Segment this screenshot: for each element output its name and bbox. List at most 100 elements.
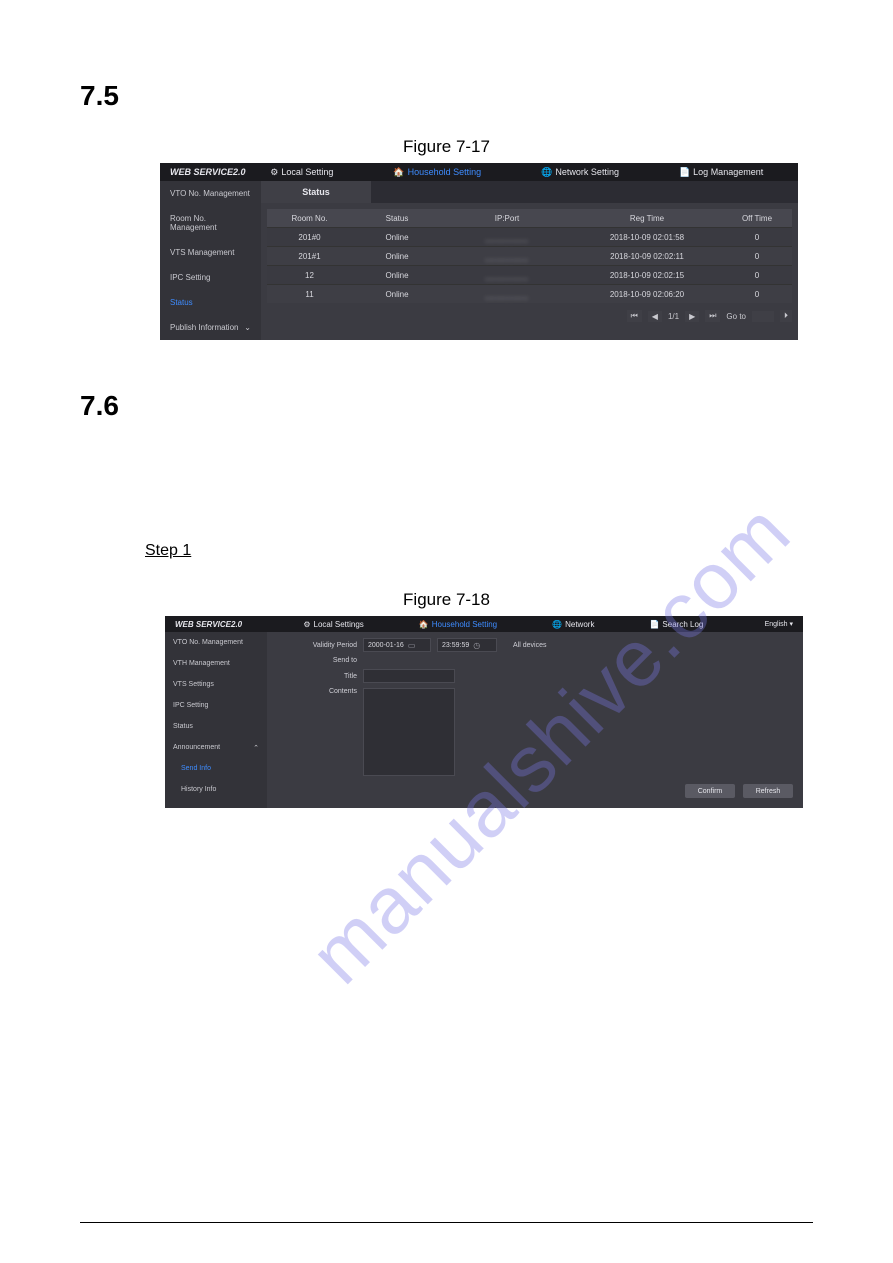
chevron-down-icon: ▾ xyxy=(789,621,793,628)
validity-date-input[interactable]: 2000-01-16 ▭ xyxy=(363,638,431,652)
sidebar-item-label: Send Info xyxy=(181,765,211,772)
cell-reg: 2018-10-09 02:02:11 xyxy=(572,252,722,261)
sidebar-item-ipc-setting[interactable]: IPC Setting xyxy=(160,265,261,290)
pager-next[interactable]: ▶ xyxy=(685,311,699,322)
tab-local-setting[interactable]: ⚙ Local Setting xyxy=(270,167,333,178)
tab-household-setting[interactable]: 🏠 Household Setting xyxy=(393,167,481,178)
cell-off: 0 xyxy=(722,290,792,299)
sidebar-item-label: Publish Information xyxy=(170,323,238,332)
footer-divider xyxy=(80,1222,813,1223)
log-icon: 📄 xyxy=(649,620,659,629)
sidebar-item-label: IPC Setting xyxy=(170,273,210,282)
cell-room: 201#1 xyxy=(267,252,352,261)
subtab-filler xyxy=(371,181,798,203)
subtab-status[interactable]: Status xyxy=(261,181,371,203)
send-to-value: All devices xyxy=(513,642,546,649)
topbar: WEB SERVICE2.0 ⚙ Local Setting 🏠 Househo… xyxy=(160,163,798,181)
sidebar-item-history-info[interactable]: History Info xyxy=(165,779,267,800)
topbar: WEB SERVICE2.0 ⚙ Local Settings 🏠 Househ… xyxy=(165,616,803,632)
tab-network-setting[interactable]: 🌐 Network Setting xyxy=(541,167,619,178)
cell-status: Online xyxy=(352,233,442,242)
calendar-icon: ▭ xyxy=(408,641,416,650)
cell-reg: 2018-10-09 02:01:58 xyxy=(572,233,722,242)
tab-log-management[interactable]: 📄 Log Management xyxy=(679,167,763,178)
main-panel: Validity Period 2000-01-16 ▭ 23:59:59 ◷ … xyxy=(267,632,803,808)
tab-network-setting-label: Network Setting xyxy=(555,167,619,177)
cell-off: 0 xyxy=(722,233,792,242)
cell-ip: ________ xyxy=(442,290,572,299)
sidebar-item-label: Status xyxy=(170,298,193,307)
pager-last[interactable]: ⏭ xyxy=(705,310,720,322)
sidebar-item-vts-mgmt[interactable]: VTS Management xyxy=(160,240,261,265)
brand: WEB SERVICE2.0 xyxy=(170,167,246,177)
sidebar: VTO No. Management VTH Management VTS Se… xyxy=(165,632,267,808)
clock-icon: ◷ xyxy=(473,641,480,650)
cell-status: Online xyxy=(352,252,442,261)
sidebar-item-ipc-setting[interactable]: IPC Setting xyxy=(165,695,267,716)
col-status: Status xyxy=(352,214,442,223)
col-ip-port: IP:Port xyxy=(442,214,572,223)
contents-label: Contents xyxy=(277,688,357,695)
sidebar-item-label: IPC Setting xyxy=(173,702,208,709)
sidebar-item-vth-mgmt[interactable]: VTH Management xyxy=(165,653,267,674)
brand: WEB SERVICE2.0 xyxy=(175,620,242,629)
refresh-button[interactable]: Refresh xyxy=(743,784,793,798)
tab-household-setting[interactable]: 🏠 Household Setting xyxy=(419,620,497,629)
tab-local-settings-label: Local Settings xyxy=(314,620,364,629)
pager-first[interactable]: ⏮ xyxy=(627,310,642,322)
pager-goto-input[interactable] xyxy=(752,311,774,322)
top-tabs: ⚙ Local Setting 🏠 Household Setting 🌐 Ne… xyxy=(246,167,788,178)
sidebar-item-status[interactable]: Status xyxy=(160,290,261,315)
table-row: 201#1 Online ________ 2018-10-09 02:02:1… xyxy=(267,246,792,265)
language-label: English xyxy=(765,621,788,628)
title-label: Title xyxy=(277,673,357,680)
status-table: Room No. Status IP:Port Reg Time Off Tim… xyxy=(267,209,792,303)
section-7-6-heading: 7.6 xyxy=(80,390,813,422)
contents-textarea[interactable] xyxy=(363,688,455,776)
cell-status: Online xyxy=(352,290,442,299)
chevron-up-icon: ⌃ xyxy=(253,744,259,752)
table-header: Room No. Status IP:Port Reg Time Off Tim… xyxy=(267,209,792,227)
col-off-time: Off Time xyxy=(722,214,792,223)
sidebar-item-room-no-mgmt[interactable]: Room No. Management xyxy=(160,206,261,240)
cell-room: 11 xyxy=(267,290,352,299)
sidebar-item-label: Announcement xyxy=(173,744,220,751)
step-1: Step 1 xyxy=(145,542,191,560)
sidebar-item-label: VTO No. Management xyxy=(170,189,250,198)
sidebar-item-vto-no-mgmt[interactable]: VTO No. Management xyxy=(160,181,261,206)
cell-off: 0 xyxy=(722,252,792,261)
tab-log-management-label: Log Management xyxy=(693,167,763,177)
title-input[interactable] xyxy=(363,669,455,683)
validity-time-value: 23:59:59 xyxy=(442,642,469,649)
cell-reg: 2018-10-09 02:06:20 xyxy=(572,290,722,299)
gear-icon: ⚙ xyxy=(303,620,310,629)
pager-goto-label: Go to xyxy=(726,312,746,321)
sidebar-item-vts-settings[interactable]: VTS Settings xyxy=(165,674,267,695)
tab-network[interactable]: 🌐 Network xyxy=(552,620,594,629)
globe-icon: 🌐 xyxy=(552,620,562,629)
sidebar-item-vto-no-mgmt[interactable]: VTO No. Management xyxy=(165,632,267,653)
sidebar-item-announcement[interactable]: Announcement ⌃ xyxy=(165,737,267,758)
cell-reg: 2018-10-09 02:02:15 xyxy=(572,271,722,280)
pager: ⏮ ◀ 1/1 ▶ ⏭ Go to ⏵ xyxy=(267,307,792,325)
col-reg-time: Reg Time xyxy=(572,214,722,223)
sidebar-item-status[interactable]: Status xyxy=(165,716,267,737)
sidebar-item-publish-info[interactable]: Publish Information ⌄ xyxy=(160,315,261,340)
app-status-screenshot: WEB SERVICE2.0 ⚙ Local Setting 🏠 Househo… xyxy=(160,163,798,340)
cell-ip: ________ xyxy=(442,233,572,242)
pager-page: 1/1 xyxy=(668,312,679,321)
sidebar-item-send-info[interactable]: Send Info xyxy=(165,758,267,779)
tab-local-setting-label: Local Setting xyxy=(281,167,333,177)
pager-prev[interactable]: ◀ xyxy=(648,311,662,322)
chevron-down-icon: ⌄ xyxy=(244,323,251,332)
cell-off: 0 xyxy=(722,271,792,280)
language-selector[interactable]: English ▾ xyxy=(765,620,793,628)
tab-search-log[interactable]: 📄 Search Log xyxy=(649,620,703,629)
validity-time-input[interactable]: 23:59:59 ◷ xyxy=(437,638,497,652)
pager-go-button[interactable]: ⏵ xyxy=(780,310,792,322)
sidebar-item-label: VTH Management xyxy=(173,660,230,667)
tab-local-settings[interactable]: ⚙ Local Settings xyxy=(303,620,363,629)
validity-period-label: Validity Period xyxy=(277,642,357,649)
confirm-button[interactable]: Confirm xyxy=(685,784,735,798)
cell-status: Online xyxy=(352,271,442,280)
